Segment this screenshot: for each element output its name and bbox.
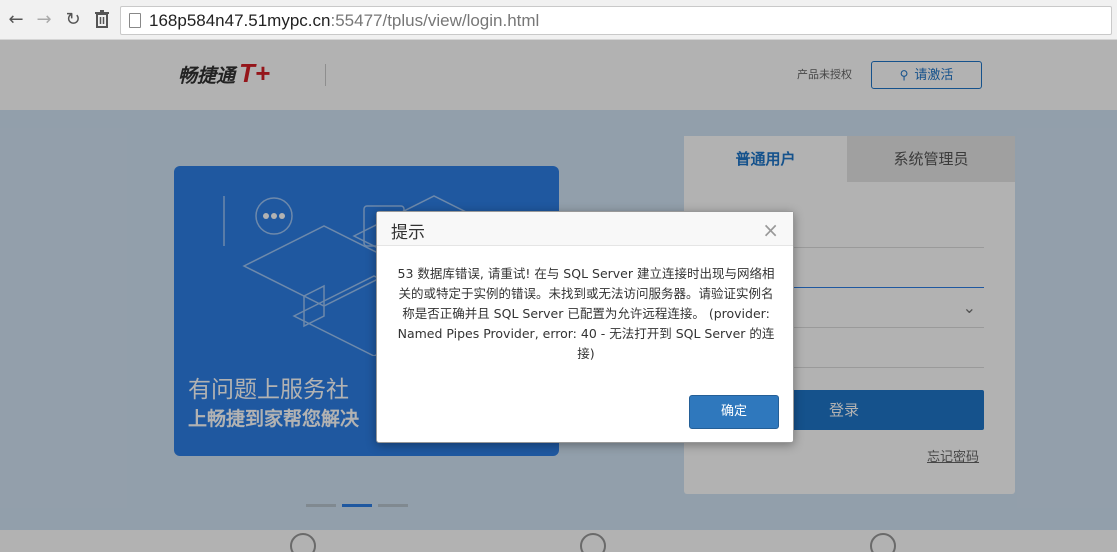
close-icon[interactable]: × bbox=[762, 218, 779, 242]
dialog-message: 53 数据库错误, 请重试! 在与 SQL Server 建立连接时出现与网络相… bbox=[397, 266, 775, 361]
reload-icon[interactable]: ↻ bbox=[63, 10, 83, 30]
back-arrow-icon[interactable]: ← bbox=[6, 10, 26, 30]
page-icon bbox=[129, 13, 141, 28]
dialog-header: 提示 × bbox=[377, 212, 793, 246]
dialog-title: 提示 bbox=[391, 223, 425, 243]
address-bar[interactable]: 168p584n47.51mypc.cn:55477/tplus/view/lo… bbox=[120, 6, 1112, 35]
url-text: 168p584n47.51mypc.cn:55477/tplus/view/lo… bbox=[149, 11, 540, 30]
error-dialog: 提示 × 53 数据库错误, 请重试! 在与 SQL Server 建立连接时出… bbox=[376, 211, 794, 443]
confirm-button[interactable]: 确定 bbox=[689, 395, 779, 429]
trash-icon[interactable] bbox=[92, 10, 112, 30]
browser-toolbar: ← → ↻ 168p584n47.51mypc.cn:55477/tplus/v… bbox=[0, 0, 1117, 40]
forward-arrow-icon[interactable]: → bbox=[34, 10, 54, 30]
